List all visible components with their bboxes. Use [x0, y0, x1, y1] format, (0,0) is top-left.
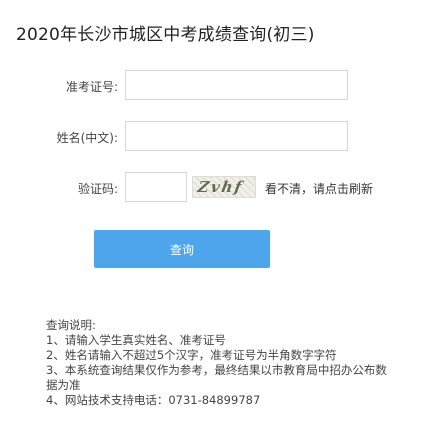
instruction-item: 3、本系统查询结果仅作为参考，最终结果以市教育局中招办公布数据为准	[46, 363, 387, 392]
score-query-page: 2020年长沙市城区中考成绩查询(初三) 准考证号: 姓名(中文): 验证码: …	[0, 0, 447, 426]
name-label: 姓名(中文):	[56, 131, 118, 145]
exam-number-label: 准考证号:	[65, 80, 118, 94]
captcha-image[interactable]: Zvhf	[192, 176, 256, 198]
name-input[interactable]	[125, 121, 348, 151]
captcha-image-text: Zvhf	[196, 178, 245, 196]
query-button[interactable]: 查询	[94, 230, 270, 268]
exam-number-input[interactable]	[125, 70, 348, 100]
query-instructions: 查询说明: 1、请输入学生真实姓名、准考证号 2、姓名请输入不超过5个汉字，准考…	[46, 318, 396, 408]
captcha-input[interactable]	[125, 172, 187, 202]
page-title: 2020年长沙市城区中考成绩查询(初三)	[16, 25, 315, 45]
instruction-item: 1、请输入学生真实姓名、准考证号	[46, 333, 226, 347]
captcha-label: 验证码:	[77, 182, 118, 196]
instruction-item: 4、网站技术支持电话：0731-84899787	[46, 393, 261, 407]
refresh-captcha-link[interactable]: 看不清，请点击刷新	[265, 180, 373, 197]
instructions-heading: 查询说明:	[46, 318, 96, 332]
instruction-item: 2、姓名请输入不超过5个汉字，准考证号为半角数字字符	[46, 348, 337, 362]
